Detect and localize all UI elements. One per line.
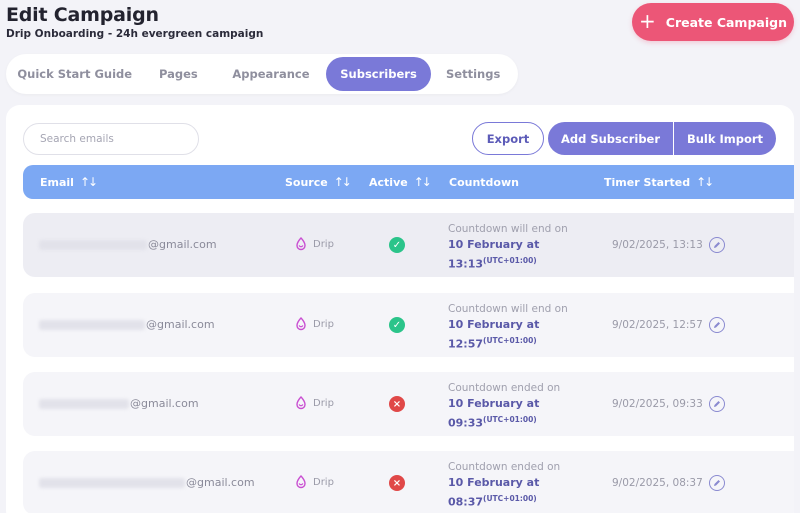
countdown-cell: Countdown ended on 10 February at 08:37(…	[448, 459, 598, 511]
timer-started-cell: 9/02/2025, 08:37	[612, 475, 725, 491]
countdown-date: 10 February at	[448, 476, 540, 489]
drip-icon	[296, 396, 306, 410]
timer-started-value: 9/02/2025, 09:33	[612, 398, 703, 410]
column-header-active[interactable]: Active ↑↓	[369, 165, 432, 199]
sort-icon[interactable]: ↑↓	[80, 175, 98, 189]
countdown-cell: Countdown will end on 10 February at 13:…	[448, 221, 598, 273]
column-label: Countdown	[449, 175, 519, 189]
countdown-cell: Countdown ended on 10 February at 09:33(…	[448, 380, 598, 432]
subscribers-card: Search emails Export Add Subscriber Bulk…	[6, 105, 794, 513]
pencil-icon[interactable]	[708, 317, 725, 333]
check-circle-icon: ✓	[389, 317, 405, 333]
countdown-date: 10 February at	[448, 238, 540, 251]
source-label: Drip	[313, 397, 334, 409]
create-campaign-button[interactable]: + Create Campaign	[632, 3, 794, 41]
column-label: Email	[40, 175, 74, 189]
column-label: Timer Started	[604, 175, 691, 189]
email-cell: @gmail.com	[39, 318, 215, 331]
table-row[interactable]: @gmail.com Drip ✓ Countdown will end on …	[23, 213, 794, 277]
search-input[interactable]: Search emails	[23, 123, 199, 155]
redacted-email	[39, 398, 129, 409]
drip-icon	[296, 475, 306, 489]
table-row[interactable]: @gmail.com Drip ✓ Countdown will end on …	[23, 293, 794, 357]
countdown-time: 09:33	[448, 416, 484, 430]
table-row[interactable]: @gmail.com Drip × Countdown ended on 10 …	[23, 372, 794, 436]
timer-started-cell: 9/02/2025, 12:57	[612, 317, 725, 333]
column-header-email[interactable]: Email ↑↓	[40, 165, 98, 199]
source-cell: Drip	[295, 396, 334, 410]
column-header-source[interactable]: Source ↑↓	[285, 165, 352, 199]
redacted-email	[39, 477, 185, 488]
source-label: Drip	[313, 318, 334, 330]
email-domain: @gmail.com	[146, 318, 215, 331]
countdown-time: 13:13	[448, 257, 484, 271]
column-header-countdown: Countdown	[449, 165, 519, 199]
table-row[interactable]: @gmail.com Drip × Countdown ended on 10 …	[23, 451, 794, 513]
pencil-icon[interactable]	[708, 396, 725, 412]
countdown-label: Countdown ended on	[448, 461, 561, 473]
page-title: Edit Campaign	[6, 4, 159, 26]
timer-started-value: 9/02/2025, 13:13	[612, 239, 703, 251]
table-header: Email ↑↓ Source ↑↓ Active ↑↓ Countdown T…	[23, 165, 794, 199]
countdown-label: Countdown ended on	[448, 382, 561, 394]
create-campaign-label: Create Campaign	[665, 14, 787, 30]
timer-started-value: 9/02/2025, 08:37	[612, 477, 703, 489]
tab-quick-start-guide[interactable]: Quick Start Guide	[9, 57, 140, 91]
tab-appearance[interactable]: Appearance	[216, 57, 326, 91]
countdown-time: 08:37	[448, 495, 484, 509]
x-circle-icon: ×	[389, 475, 405, 491]
bulk-import-button[interactable]: Bulk Import	[674, 122, 776, 155]
source-cell: Drip	[295, 317, 334, 331]
source-cell: Drip	[295, 237, 334, 251]
redacted-email	[39, 319, 145, 330]
email-domain: @gmail.com	[186, 476, 255, 489]
timer-started-value: 9/02/2025, 12:57	[612, 319, 703, 331]
email-domain: @gmail.com	[130, 397, 199, 410]
email-domain: @gmail.com	[148, 238, 217, 251]
x-circle-icon: ×	[389, 396, 405, 412]
email-cell: @gmail.com	[39, 238, 217, 251]
timer-started-cell: 9/02/2025, 09:33	[612, 396, 725, 412]
email-cell: @gmail.com	[39, 476, 255, 489]
pencil-icon[interactable]	[708, 475, 725, 491]
subscriber-actions: Add Subscriber Bulk Import	[548, 122, 776, 155]
add-subscriber-button[interactable]: Add Subscriber	[548, 122, 674, 155]
column-label: Source	[285, 175, 328, 189]
countdown-label: Countdown will end on	[448, 303, 568, 315]
countdown-timezone: (UTC+01:00)	[483, 256, 537, 265]
check-circle-icon: ✓	[389, 237, 405, 253]
tab-bar: Quick Start Guide Pages Appearance Subsc…	[6, 54, 518, 94]
sort-icon[interactable]: ↑↓	[696, 175, 714, 189]
timer-started-cell: 9/02/2025, 13:13	[612, 237, 725, 253]
pencil-icon[interactable]	[708, 237, 725, 253]
countdown-date: 10 February at	[448, 397, 540, 410]
page-subtitle: Drip Onboarding - 24h evergreen campaign	[6, 28, 264, 40]
export-button[interactable]: Export	[472, 122, 544, 155]
drip-icon	[296, 317, 306, 331]
sort-icon[interactable]: ↑↓	[414, 175, 432, 189]
email-cell: @gmail.com	[39, 397, 199, 410]
column-label: Active	[369, 175, 408, 189]
source-label: Drip	[313, 238, 334, 250]
countdown-timezone: (UTC+01:00)	[483, 336, 537, 345]
countdown-cell: Countdown will end on 10 February at 12:…	[448, 301, 598, 353]
column-header-timer-started[interactable]: Timer Started ↑↓	[604, 165, 714, 199]
redacted-email	[39, 239, 147, 250]
tab-settings[interactable]: Settings	[431, 57, 515, 91]
source-cell: Drip	[295, 475, 334, 489]
source-label: Drip	[313, 476, 334, 488]
sort-icon[interactable]: ↑↓	[334, 175, 352, 189]
countdown-timezone: (UTC+01:00)	[483, 494, 537, 503]
plus-icon: +	[639, 9, 656, 33]
countdown-timezone: (UTC+01:00)	[483, 415, 537, 424]
countdown-time: 12:57	[448, 337, 484, 351]
countdown-date: 10 February at	[448, 318, 540, 331]
tab-subscribers[interactable]: Subscribers	[325, 57, 432, 91]
countdown-label: Countdown will end on	[448, 223, 568, 235]
tab-pages[interactable]: Pages	[140, 57, 216, 91]
drip-icon	[296, 237, 306, 251]
